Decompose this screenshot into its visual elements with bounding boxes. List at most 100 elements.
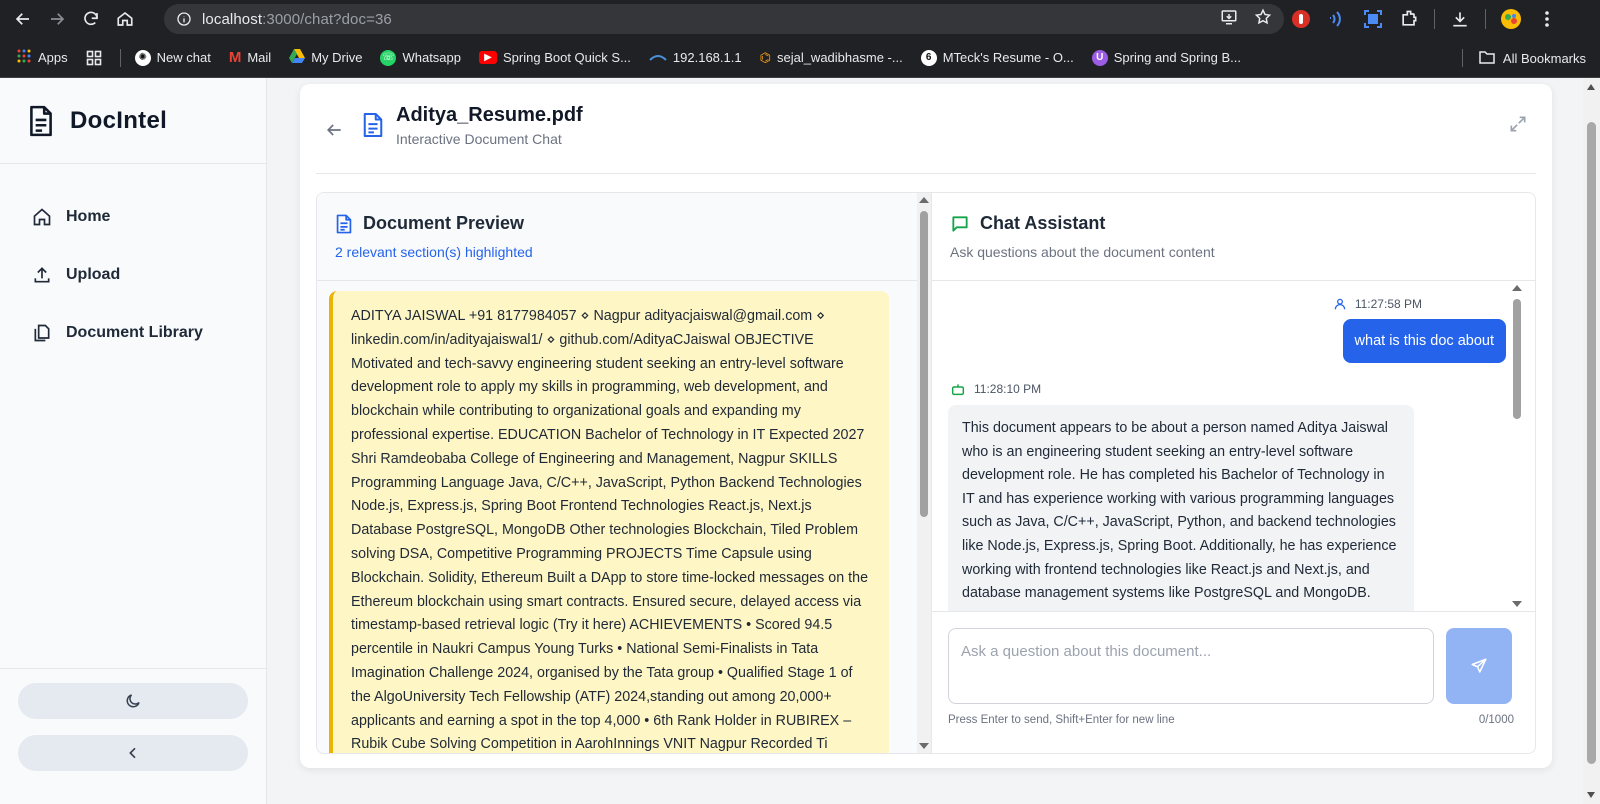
site-info-icon[interactable] xyxy=(176,11,192,27)
arrow-left-icon xyxy=(324,120,344,140)
tab-groups-icon[interactable] xyxy=(86,50,102,66)
bookmark-whatsapp[interactable]: ☏ Whatsapp xyxy=(380,49,461,66)
assistant-message-bubble: This document appears to be about a pers… xyxy=(948,405,1414,611)
user-message-meta: 11:27:58 PM xyxy=(1333,297,1422,311)
all-bookmarks[interactable]: All Bookmarks xyxy=(1461,38,1586,78)
collapse-sidebar-button[interactable] xyxy=(18,735,248,771)
back-button[interactable] xyxy=(316,112,352,148)
question-input[interactable] xyxy=(948,628,1434,704)
bookmark-mail[interactable]: M Mail xyxy=(229,49,271,66)
bookmark-mteck-resume[interactable]: 6 MTeck's Resume - O... xyxy=(920,49,1074,66)
sidebar-item-home[interactable]: Home xyxy=(0,188,266,246)
message-list: 11:27:58 PM what is this doc about 11:28… xyxy=(932,281,1535,611)
bookmark-star-icon[interactable] xyxy=(1254,8,1272,31)
sidebar-item-upload[interactable]: Upload xyxy=(0,246,266,304)
whatsapp-icon: ☏ xyxy=(380,49,397,66)
scroll-thumb[interactable] xyxy=(920,211,928,517)
chat-scrollbar[interactable] xyxy=(1510,281,1524,611)
bookmark-spring-and-spring[interactable]: U Spring and Spring B... xyxy=(1091,49,1241,66)
scroll-down-arrow[interactable] xyxy=(1587,792,1595,798)
home-icon xyxy=(32,207,52,227)
input-hint: Press Enter to send, Shift+Enter for new… xyxy=(948,714,1175,726)
router-icon xyxy=(649,50,667,65)
assistant-message-meta: 11:28:10 PM xyxy=(950,381,1041,397)
back-arrow-icon[interactable] xyxy=(6,2,40,36)
expand-button[interactable] xyxy=(1508,114,1528,134)
install-app-icon[interactable] xyxy=(1220,8,1238,31)
document-text: ADITYA JAISWAL +91 8177984057 ⋄ Nagpur a… xyxy=(351,308,869,753)
url-text: localhost:3000/chat?doc=36 xyxy=(202,10,392,28)
upload-icon xyxy=(32,265,52,285)
forward-arrow-icon[interactable] xyxy=(40,2,74,36)
page-subtitle: Interactive Document Chat xyxy=(396,131,562,147)
scroll-thumb[interactable] xyxy=(1513,299,1521,419)
youtube-icon: ▶ xyxy=(479,51,498,64)
folder-icon xyxy=(1479,50,1495,67)
split-panels: Document Preview 2 relevant section(s) h… xyxy=(316,192,1536,754)
theme-toggle-button[interactable] xyxy=(18,683,248,719)
brand-title: DocIntel xyxy=(70,106,168,134)
maximize-icon xyxy=(1508,114,1528,134)
bookmark-purple-icon: U xyxy=(1091,49,1108,66)
preview-title: Document Preview xyxy=(363,213,525,233)
chat-card: Aditya_Resume.pdf Interactive Document C… xyxy=(300,84,1552,768)
send-button[interactable] xyxy=(1446,628,1512,704)
bookmark-new-chat[interactable]: ✺ New chat xyxy=(134,49,211,66)
scroll-up-arrow[interactable] xyxy=(919,197,929,203)
leetcode-icon: ⌬ xyxy=(759,49,771,65)
screenshot-extension-icon[interactable] xyxy=(1362,8,1384,30)
card-header: Aditya_Resume.pdf Interactive Document C… xyxy=(316,98,1536,174)
bookmark-leetcode[interactable]: ⌬ sejal_wadibhasme -... xyxy=(760,50,903,66)
moon-icon xyxy=(124,692,142,710)
download-icon[interactable] xyxy=(1449,8,1471,30)
message-square-icon xyxy=(950,214,970,234)
scroll-down-arrow[interactable] xyxy=(919,743,929,749)
wifi-extension-icon[interactable] xyxy=(1326,8,1348,30)
preview-header: Document Preview 2 relevant section(s) h… xyxy=(317,193,917,281)
home-browser-icon[interactable] xyxy=(108,2,142,36)
extensions-area xyxy=(1290,4,1558,34)
scroll-up-arrow[interactable] xyxy=(1512,285,1522,291)
document-logo-icon xyxy=(28,105,54,137)
reload-icon[interactable] xyxy=(74,2,108,36)
browser-menu-icon[interactable] xyxy=(1536,8,1558,30)
profile-avatar-icon[interactable] xyxy=(1500,8,1522,30)
bookmark-apps[interactable]: Apps xyxy=(16,48,68,67)
bookmark-my-drive[interactable]: My Drive xyxy=(289,49,362,66)
address-bar[interactable]: localhost:3000/chat?doc=36 xyxy=(164,4,1284,34)
library-icon xyxy=(32,323,52,343)
sidebar-item-document-library[interactable]: Document Library xyxy=(0,304,266,362)
overleaf-icon: 6 xyxy=(920,49,937,66)
highlighted-section: ADITYA JAISWAL +91 8177984057 ⋄ Nagpur a… xyxy=(329,291,889,753)
bookmark-router[interactable]: 192.168.1.1 xyxy=(649,50,742,65)
brand[interactable]: DocIntel xyxy=(0,78,266,164)
chat-subtitle: Ask questions about the document content xyxy=(950,244,1215,260)
scroll-down-arrow[interactable] xyxy=(1512,601,1522,607)
sidebar-footer xyxy=(0,668,266,804)
document-preview-panel: Document Preview 2 relevant section(s) h… xyxy=(317,193,917,753)
chat-title: Chat Assistant xyxy=(980,213,1106,233)
file-text-icon xyxy=(335,214,353,234)
browser-toolbar: localhost:3000/chat?doc=36 xyxy=(0,0,1600,38)
openai-icon: ✺ xyxy=(134,49,151,66)
document-heading: Aditya_Resume.pdf Interactive Document C… xyxy=(396,104,583,147)
file-text-icon xyxy=(362,112,384,143)
scroll-up-arrow[interactable] xyxy=(1587,84,1595,90)
app-sidebar: DocIntel Home Upload Document Library xyxy=(0,78,267,804)
page-scrollbar[interactable] xyxy=(1583,78,1600,804)
gmail-icon: M xyxy=(228,49,242,66)
extensions-puzzle-icon[interactable] xyxy=(1398,8,1420,30)
chat-composer: Press Enter to send, Shift+Enter for new… xyxy=(932,611,1535,753)
bookmark-spring-boot-quick[interactable]: ▶ Spring Boot Quick S... xyxy=(479,50,631,65)
main-area: Aditya_Resume.pdf Interactive Document C… xyxy=(267,78,1583,804)
preview-scrollbar[interactable] xyxy=(917,193,931,753)
apps-grid-icon xyxy=(16,48,32,67)
character-counter: 0/1000 xyxy=(1478,714,1514,726)
send-icon xyxy=(1470,657,1488,675)
adblock-extension-icon[interactable] xyxy=(1290,8,1312,30)
scroll-thumb[interactable] xyxy=(1587,122,1596,764)
bookmarks-bar: Apps ✺ New chat M Mail My Drive ☏ Whatsa… xyxy=(0,38,1600,78)
bot-icon xyxy=(950,381,966,397)
user-message-bubble: what is this doc about xyxy=(1342,319,1506,363)
sidebar-nav: Home Upload Document Library xyxy=(0,164,266,362)
